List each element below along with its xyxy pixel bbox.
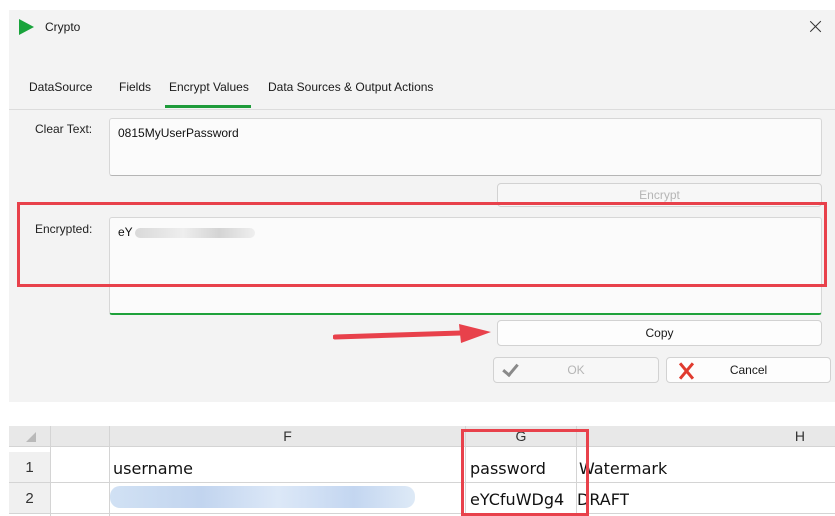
column-header-f[interactable]: F <box>110 426 465 446</box>
copy-button[interactable]: Copy <box>497 320 822 346</box>
grid-line <box>9 446 835 447</box>
tab-data-sources-output-actions[interactable]: Data Sources & Output Actions <box>268 80 433 94</box>
row-header-2[interactable]: 2 <box>9 483 50 514</box>
title-bar: Crypto <box>9 10 835 44</box>
cancel-button-label: Cancel <box>729 363 768 377</box>
encrypted-highlight-box <box>17 202 827 287</box>
ok-button-label: OK <box>567 363 585 377</box>
tab-datasource[interactable]: DataSource <box>29 80 92 94</box>
active-tab-indicator <box>165 105 251 108</box>
redacted-email-cell[interactable] <box>110 486 415 508</box>
spreadsheet: F G H 1 2 username password Watermark eY… <box>9 426 835 516</box>
tab-fields[interactable]: Fields <box>119 80 151 94</box>
window-title: Crypto <box>45 20 81 34</box>
close-icon[interactable] <box>804 15 828 39</box>
ok-button[interactable]: OK <box>493 357 659 383</box>
column-header-h[interactable]: H <box>577 426 835 446</box>
password-column-highlight-box <box>461 429 589 516</box>
clear-text-input[interactable]: 0815MyUserPassword <box>109 118 822 176</box>
cancel-button[interactable]: Cancel <box>666 357 831 383</box>
play-triangle-icon <box>19 19 34 35</box>
select-all-corner[interactable] <box>9 426 50 446</box>
clear-text-value: 0815MyUserPassword <box>118 126 239 140</box>
corner-triangle-icon <box>26 432 36 442</box>
tab-encrypt-values[interactable]: Encrypt Values <box>169 80 249 94</box>
grid-line <box>50 426 51 516</box>
column-header-e[interactable] <box>51 426 110 446</box>
tab-divider <box>9 109 835 110</box>
tab-bar: DataSource Fields Encrypt Values Data So… <box>9 74 835 108</box>
grid-line <box>9 513 835 514</box>
cell-h1[interactable]: Watermark <box>579 459 667 478</box>
grid-line <box>109 426 110 516</box>
checkmark-icon <box>502 359 519 378</box>
clear-text-label: Clear Text: <box>35 122 93 136</box>
red-arrow-icon <box>333 324 491 343</box>
cell-f1[interactable]: username <box>113 459 193 478</box>
grid-line <box>9 482 835 483</box>
row-header-1[interactable]: 1 <box>9 452 50 483</box>
x-cancel-icon <box>677 363 695 379</box>
